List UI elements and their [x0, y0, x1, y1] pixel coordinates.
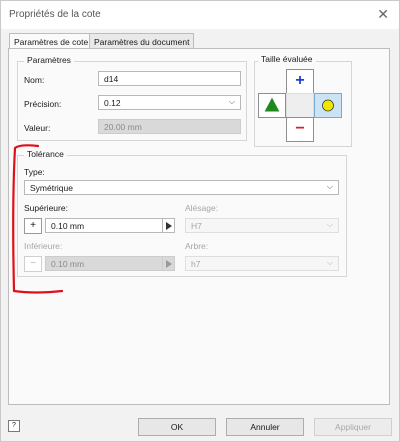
ok-button[interactable]: OK [138, 418, 216, 436]
dimension-properties-dialog: Propriétés de la cote ✕ Paramètres de co… [0, 0, 400, 442]
superieure-flyout-button[interactable] [163, 218, 175, 233]
precision-label: Précision: [24, 99, 62, 109]
chevron-down-icon: ⌵ [228, 97, 235, 106]
superieure-label: Supérieure: [24, 203, 68, 213]
parametres-group-title: Paramètres [24, 55, 74, 65]
chevron-down-icon: ⌵ [326, 258, 333, 267]
nom-label: Nom: [24, 75, 45, 85]
apply-button[interactable]: Appliquer [314, 418, 392, 436]
tab-parametres-du-document[interactable]: Paramètres du document [89, 33, 195, 49]
lower-size-button[interactable] [258, 93, 286, 118]
precision-select[interactable]: 0.12 ⌵ [98, 95, 241, 110]
median-size-button[interactable] [314, 93, 342, 118]
play-icon [166, 260, 172, 268]
tolerance-group-title: Tolérance [24, 149, 67, 159]
type-label: Type: [24, 167, 45, 177]
alesage-value: H7 [191, 221, 202, 231]
inferieure-label: Inférieure: [24, 241, 63, 251]
taille-evaluee-title: Taille évaluée [258, 54, 316, 64]
nom-input[interactable]: d14 [98, 71, 241, 86]
valeur-field: 20.00 mm [98, 119, 241, 134]
valeur-label: Valeur: [24, 123, 51, 133]
upper-tolerance-sign-button[interactable]: + [24, 218, 42, 234]
help-icon[interactable]: ? [8, 420, 20, 432]
play-icon [166, 222, 172, 230]
upper-size-button[interactable]: + [286, 69, 314, 94]
arbre-value: h7 [191, 259, 201, 269]
minus-icon: − [295, 120, 305, 137]
circle-icon [322, 99, 334, 112]
tolerance-type-select[interactable]: Symétrique ⌵ [24, 180, 339, 195]
plus-icon: + [30, 220, 36, 231]
triangle-icon [264, 97, 280, 112]
tab-panel: Paramètres Nom: d14 Précision: 0.12 ⌵ Va… [8, 48, 390, 405]
inferieure-input[interactable]: 0.10 mm [45, 256, 163, 271]
arbre-select[interactable]: h7 ⌵ [185, 256, 339, 271]
nominal-size-cell [286, 93, 314, 118]
plus-icon: + [295, 72, 305, 89]
alesage-label: Alésage: [185, 203, 219, 213]
cancel-button[interactable]: Annuler [226, 418, 304, 436]
alesage-select[interactable]: H7 ⌵ [185, 218, 339, 233]
chevron-down-icon: ⌵ [326, 220, 333, 229]
dialog-title: Propriétés de la cote [9, 9, 101, 20]
lower-tolerance-sign-button[interactable]: − [24, 256, 42, 272]
title-bar: Propriétés de la cote ✕ [1, 1, 399, 29]
minus-icon: − [30, 258, 36, 269]
chevron-down-icon: ⌵ [326, 182, 333, 191]
close-icon[interactable]: ✕ [377, 6, 389, 23]
arbre-label: Arbre: [185, 241, 209, 251]
inferieure-flyout-button[interactable] [163, 256, 175, 271]
lower-limit-button[interactable]: − [286, 117, 314, 142]
tolerance-type-value: Symétrique [30, 183, 73, 193]
precision-value: 0.12 [104, 98, 121, 108]
dialog-footer: ? OK Annuler Appliquer [1, 411, 399, 442]
superieure-input[interactable]: 0.10 mm [45, 218, 163, 233]
